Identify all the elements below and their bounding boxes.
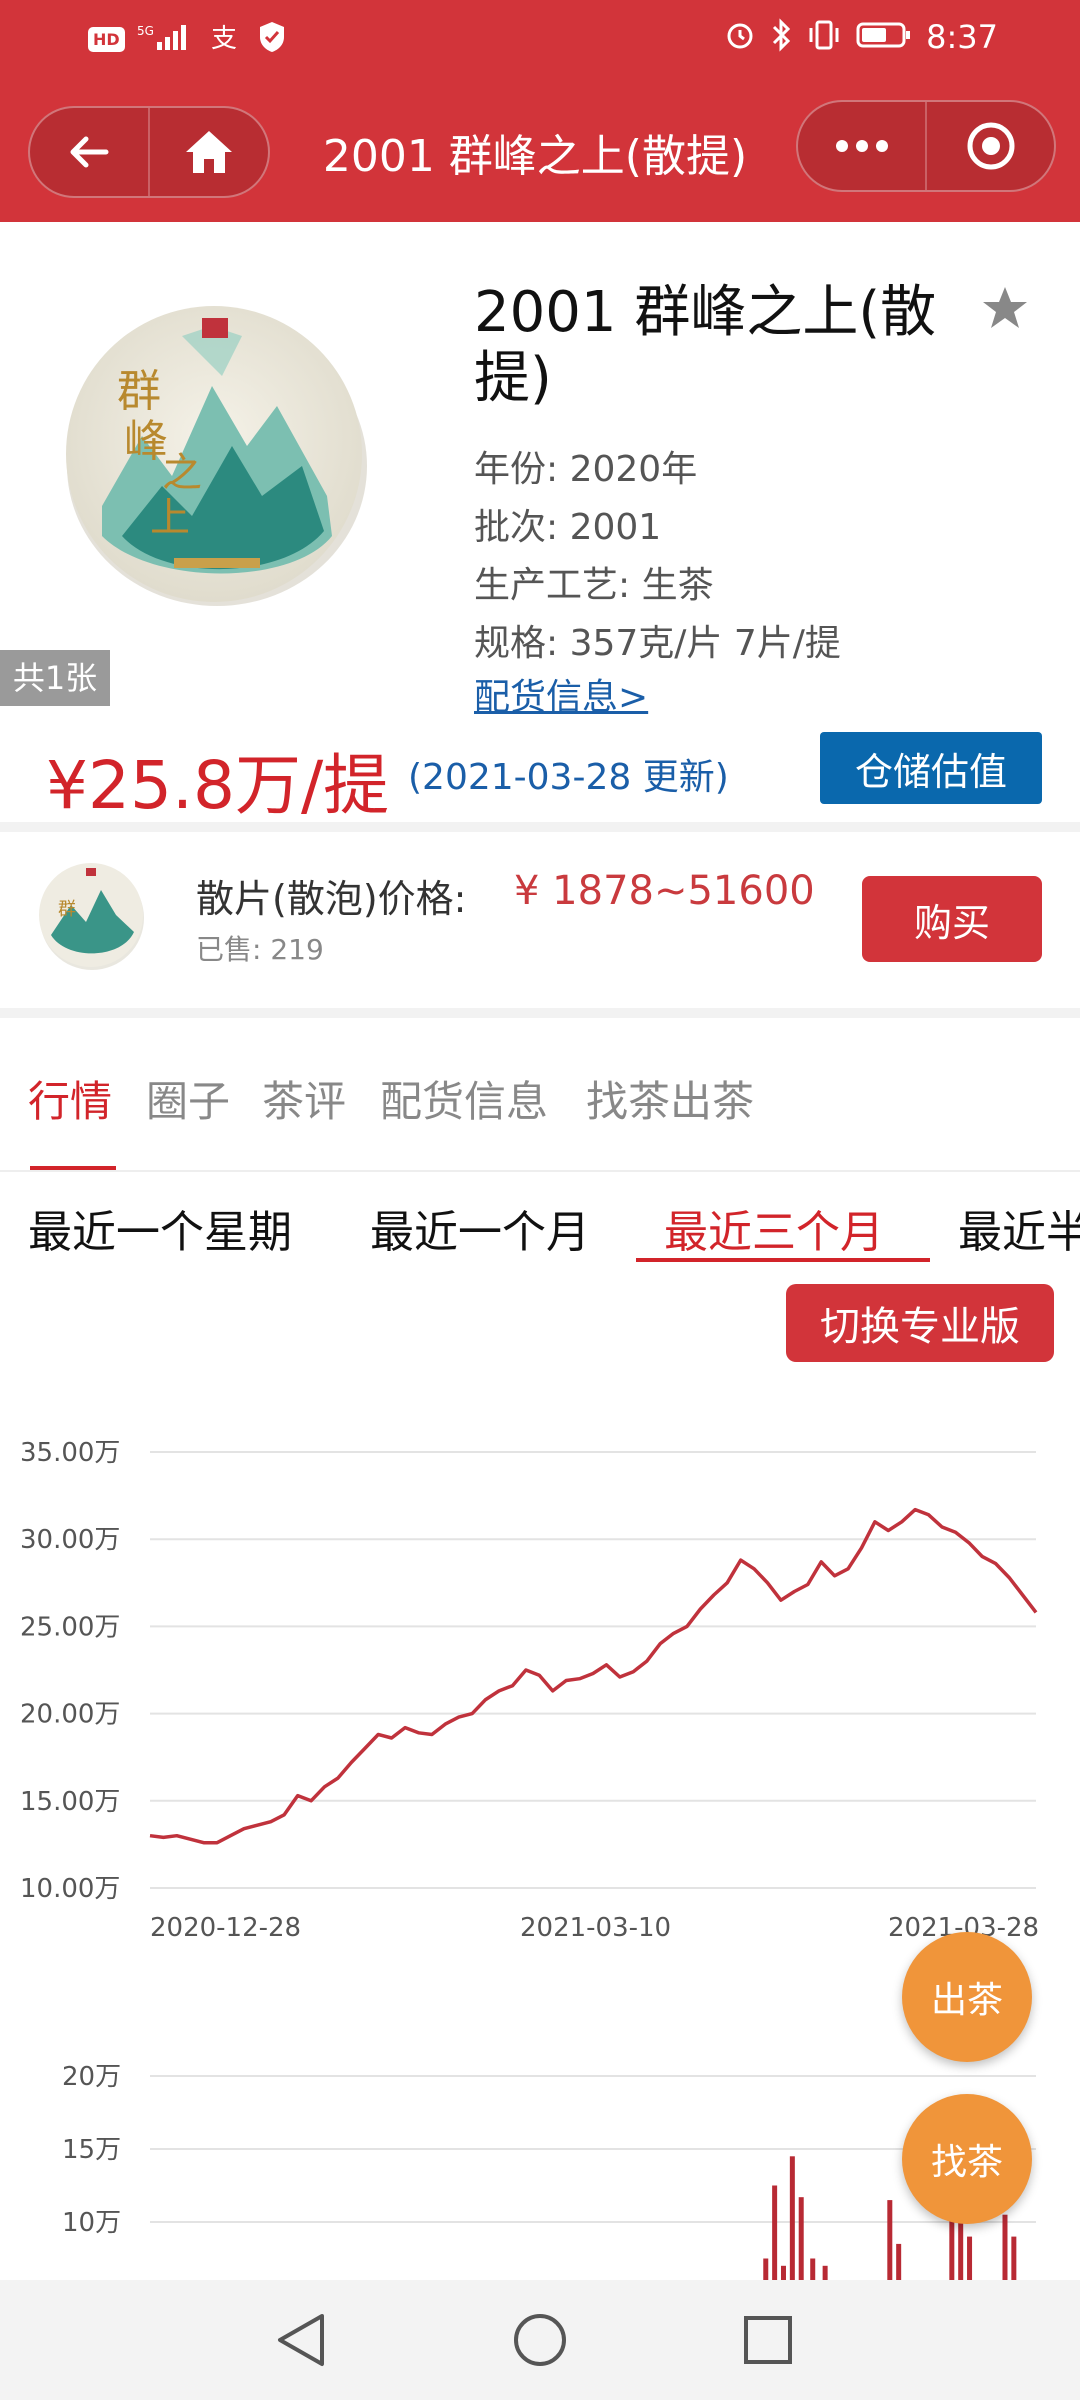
svg-text:群: 群 xyxy=(117,366,161,417)
tabs-border xyxy=(0,1170,1080,1172)
section-divider xyxy=(0,1008,1080,1018)
tab-find-sell-tea[interactable]: 找茶出茶 xyxy=(586,1068,754,1129)
alarm-icon xyxy=(724,19,756,55)
more-dots-icon xyxy=(835,140,888,152)
volume-bar xyxy=(967,2236,973,2280)
y-tick-label: 10万 xyxy=(62,2208,121,2238)
target-circle-icon xyxy=(967,122,1014,170)
alipay-icon: 支 xyxy=(209,22,245,56)
tab-allocation-info[interactable]: 配货信息 xyxy=(380,1068,548,1129)
loose-sold-count: 已售: 219 xyxy=(196,933,324,966)
switch-pro-button[interactable]: 切换专业版 xyxy=(786,1284,1054,1362)
loose-price-label: 散片(散泡)价格: xyxy=(196,877,467,921)
price-series-line xyxy=(149,1507,1038,1845)
status-time: 8:37 xyxy=(926,18,998,56)
y-tick-label: 35.00万 xyxy=(20,1438,120,1468)
period-three-months[interactable]: 最近三个月 xyxy=(664,1196,884,1260)
volume-bar xyxy=(780,2265,786,2280)
tab-circle[interactable]: 圈子 xyxy=(146,1068,230,1129)
nav-right-capsule xyxy=(796,100,1056,192)
y-tick-label: 30.00万 xyxy=(20,1525,120,1555)
home-icon xyxy=(186,131,232,173)
volume-bar xyxy=(772,2185,778,2280)
nav-back-icon xyxy=(278,2314,324,2366)
product-image[interactable]: 群 峰 之 上 xyxy=(62,296,372,616)
status-right-indicators: 8:37 xyxy=(724,18,998,56)
nav-home-button[interactable] xyxy=(510,2310,570,2374)
more-button[interactable] xyxy=(798,102,925,190)
find-tea-float-button[interactable]: 找茶 xyxy=(902,2094,1032,2224)
product-batch: 批次: 2001 xyxy=(474,507,662,548)
app-header: HD 5G 支 8:37 2001 群峰之上(散提) xyxy=(0,0,1080,222)
volume-bar xyxy=(798,2197,804,2280)
y-tick-label: 20.00万 xyxy=(20,1700,120,1730)
product-year: 年份: 2020年 xyxy=(474,449,698,490)
price-update-date: (2021-03-28 更新) xyxy=(408,757,729,798)
bluetooth-icon xyxy=(770,18,792,56)
svg-text:群: 群 xyxy=(58,899,76,920)
volume-bar xyxy=(1011,2236,1017,2280)
price-main: ¥25.8万/提 xyxy=(46,747,390,824)
close-miniprogram-button[interactable] xyxy=(927,102,1054,190)
x-tick-label: 2021-03-10 xyxy=(520,1913,671,1943)
signal-icon: 5G xyxy=(137,22,197,56)
section-divider xyxy=(0,822,1080,832)
sell-tea-float-button[interactable]: 出茶 xyxy=(902,1932,1032,2062)
shield-icon xyxy=(257,20,287,58)
volume-bar xyxy=(896,2243,902,2280)
tab-market[interactable]: 行情 xyxy=(28,1068,112,1129)
nav-recent-button[interactable] xyxy=(738,2310,798,2374)
status-bar: HD 5G 支 8:37 xyxy=(0,0,1080,78)
x-tick-label: 2020-12-28 xyxy=(150,1913,301,1943)
nav-bar: 2001 群峰之上(散提) xyxy=(0,100,1080,198)
hd-badge: HD xyxy=(88,26,125,52)
price-line-chart: 35.00万 30.00万 25.00万 20.00万 15.00万 10.00万 2020… xyxy=(20,1438,1039,1943)
nav-home-icon xyxy=(514,2314,566,2366)
buy-button[interactable]: 购买 xyxy=(862,876,1042,962)
period-half-year[interactable]: 最近半年 xyxy=(958,1196,1080,1260)
volume-bar xyxy=(822,2265,828,2280)
allocation-info-link[interactable]: 配货信息> xyxy=(474,668,648,720)
volume-bar xyxy=(1002,2214,1008,2280)
svg-text:支: 支 xyxy=(211,24,237,52)
y-tick-label: 15万 xyxy=(62,2135,121,2165)
volume-bar xyxy=(810,2258,816,2280)
nav-left-capsule xyxy=(28,106,270,198)
vibrate-icon xyxy=(806,19,842,55)
nav-back-button[interactable] xyxy=(272,2310,332,2374)
loose-thumbnail[interactable]: 群 xyxy=(36,860,148,972)
warehouse-valuation-button[interactable]: 仓储估值 xyxy=(820,732,1042,804)
system-navigation-bar xyxy=(0,2280,1080,2400)
favorite-button[interactable] xyxy=(980,284,1030,336)
svg-text:之: 之 xyxy=(162,450,202,496)
back-button[interactable] xyxy=(30,108,148,196)
star-icon xyxy=(983,287,1027,328)
y-tick-label: 10.00万 xyxy=(20,1874,120,1904)
volume-bar xyxy=(763,2258,769,2280)
home-button[interactable] xyxy=(150,108,268,196)
period-week[interactable]: 最近一个星期 xyxy=(28,1196,292,1260)
svg-text:上: 上 xyxy=(150,495,190,541)
image-count-badge: 共1张 xyxy=(0,650,110,706)
svg-text:5G: 5G xyxy=(137,24,154,38)
active-period-indicator xyxy=(636,1258,930,1262)
product-process: 生产工艺: 生茶 xyxy=(474,565,714,606)
y-tick-label: 25.00万 xyxy=(20,1612,120,1642)
y-tick-label: 15.00万 xyxy=(20,1787,120,1817)
period-month[interactable]: 最近一个月 xyxy=(370,1196,590,1260)
nav-recent-icon xyxy=(744,2316,792,2364)
page-title: 2001 群峰之上(散提) xyxy=(322,131,748,182)
volume-bar xyxy=(887,2200,893,2280)
back-arrow-icon xyxy=(70,136,109,168)
battery-icon xyxy=(856,20,912,54)
loose-price-range: ¥ 1878~51600 xyxy=(514,868,815,914)
tab-tea-review[interactable]: 茶评 xyxy=(262,1068,346,1129)
product-spec: 规格: 357克/片 7片/提 xyxy=(474,623,841,664)
status-left-indicators: HD 5G 支 xyxy=(88,20,287,58)
y-tick-label: 20万 xyxy=(62,2062,121,2092)
volume-bar xyxy=(789,2156,795,2280)
product-title: 2001 群峰之上(散提) xyxy=(474,280,937,411)
